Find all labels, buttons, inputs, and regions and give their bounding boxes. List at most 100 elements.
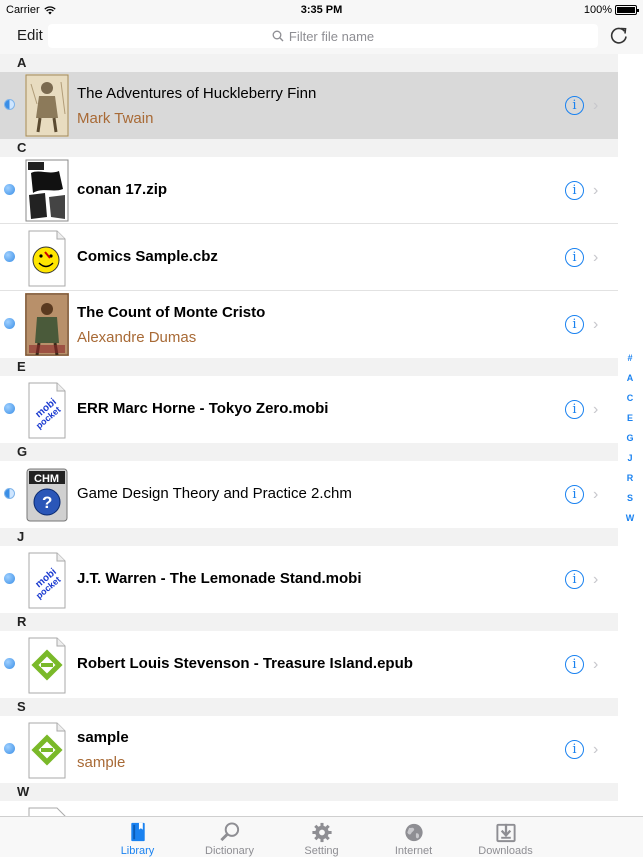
index-item[interactable]: R (627, 468, 634, 488)
svg-text:CHM: CHM (34, 473, 59, 485)
chevron-right-icon: › (593, 571, 599, 588)
index-item[interactable]: S (627, 488, 633, 508)
reading-status-dot (4, 573, 15, 584)
cover-thumbnail (25, 74, 69, 137)
file-list[interactable]: A The Adventures of Huckleberry Finn Mar… (0, 54, 618, 816)
gear-icon (311, 822, 332, 843)
section-header: R (0, 613, 618, 631)
book-title: Game Design Theory and Practice 2.chm (77, 485, 352, 502)
tab-label: Internet (394, 845, 433, 857)
tab-setting[interactable]: Setting (276, 817, 368, 857)
index-item[interactable]: # (627, 348, 632, 368)
section-header: S (0, 698, 618, 716)
section-header: C (0, 139, 618, 157)
chevron-right-icon: › (593, 249, 599, 266)
book-title: Robert Louis Stevenson - Treasure Island… (77, 655, 413, 672)
search-placeholder: Filter file name (288, 28, 375, 44)
list-item[interactable]: Robert Louis Stevenson - Treasure Island… (0, 631, 618, 698)
chevron-right-icon: › (593, 401, 599, 418)
info-button[interactable]: i (565, 248, 584, 267)
reading-status-dot (4, 488, 15, 499)
reading-status-dot (4, 318, 15, 329)
book-title: conan 17.zip (77, 181, 168, 198)
section-header: G (0, 443, 618, 461)
search-icon (272, 30, 284, 42)
chevron-right-icon: › (593, 97, 599, 114)
list-item[interactable]: conan 17.zip i › (0, 157, 618, 224)
status-bar: Carrier 3:35 PM 100% (0, 0, 643, 20)
index-item[interactable]: E (627, 408, 633, 428)
search-input[interactable]: Filter file name (48, 24, 598, 48)
reading-status-dot (4, 251, 15, 262)
index-item[interactable]: A (627, 368, 634, 388)
tab-dictionary[interactable]: Dictionary (184, 817, 276, 857)
chevron-right-icon: › (593, 486, 599, 503)
epub-icon (25, 718, 69, 781)
reading-status-dot (4, 658, 15, 669)
list-item[interactable]: mobi pocket ERR Marc Horne - Tokyo Zero.m… (0, 376, 618, 443)
refresh-icon[interactable] (608, 25, 630, 47)
info-button[interactable]: i (565, 655, 584, 674)
cover-thumbnail (25, 803, 69, 816)
section-header: A (0, 54, 618, 72)
chevron-right-icon: › (593, 741, 599, 758)
section-header: J (0, 528, 618, 546)
list-item[interactable]: The Count of Monte Cristo Alexandre Duma… (0, 291, 618, 358)
book-title: sample (77, 729, 129, 746)
tab-library[interactable]: Library (92, 817, 184, 857)
magnifier-icon (219, 822, 239, 842)
tab-label: Setting (304, 845, 339, 857)
nav-bar: Edit Filter file name (0, 20, 643, 54)
reading-status-dot (4, 743, 15, 754)
index-item[interactable]: G (626, 428, 633, 448)
info-button[interactable]: i (565, 181, 584, 200)
cover-thumbnail (25, 293, 69, 356)
book-title: Comics Sample.cbz (77, 248, 218, 265)
book-author: sample (77, 754, 126, 771)
book-title: The Count of Monte Cristo (77, 304, 266, 321)
list-item[interactable]: Comics Sample.cbz i › (0, 224, 618, 291)
book-title: ERR Marc Horne - Tokyo Zero.mobi (77, 400, 329, 417)
battery-icon (615, 5, 639, 15)
tab-internet[interactable]: Internet (368, 817, 460, 857)
list-item[interactable]: sample sample i › (0, 716, 618, 783)
index-item[interactable]: C (627, 388, 634, 408)
book-author: Mark Twain (77, 110, 154, 127)
list-item[interactable]: mobi pocket J.T. Warren - The Lemonade St… (0, 546, 618, 613)
section-index[interactable]: # A C E G J R S W (622, 348, 638, 528)
tab-bar: Library Dictionary Setting Internet Down… (0, 816, 643, 857)
tab-label: Library (120, 845, 155, 857)
info-button[interactable]: i (565, 96, 584, 115)
book-title: J.T. Warren - The Lemonade Stand.mobi (77, 570, 362, 587)
book-icon (130, 822, 145, 842)
epub-icon (25, 633, 69, 696)
list-item[interactable] (0, 801, 618, 816)
index-item[interactable]: J (627, 448, 632, 468)
section-header: W (0, 783, 618, 801)
list-item[interactable]: The Adventures of Huckleberry Finn Mark … (0, 72, 618, 139)
section-header: E (0, 358, 618, 376)
tab-downloads[interactable]: Downloads (460, 817, 552, 857)
chm-icon: CHM? (25, 463, 69, 526)
download-icon (495, 823, 516, 843)
info-button[interactable]: i (565, 315, 584, 334)
tab-label: Dictionary (205, 845, 254, 857)
smiley-icon (25, 226, 69, 289)
chevron-right-icon: › (593, 182, 599, 199)
reading-status-dot (4, 184, 15, 195)
info-button[interactable]: i (565, 485, 584, 504)
index-item[interactable]: W (626, 508, 635, 528)
edit-button[interactable]: Edit (17, 27, 43, 44)
globe-icon (404, 823, 423, 842)
info-button[interactable]: i (565, 740, 584, 759)
info-button[interactable]: i (565, 400, 584, 419)
info-button[interactable]: i (565, 570, 584, 589)
tab-label: Downloads (478, 845, 533, 857)
svg-text:?: ? (42, 493, 52, 512)
list-item[interactable]: CHM? Game Design Theory and Practice 2.c… (0, 461, 618, 528)
cover-thumbnail (25, 159, 69, 222)
book-title: The Adventures of Huckleberry Finn (77, 85, 317, 102)
chevron-right-icon: › (593, 316, 599, 333)
chevron-right-icon: › (593, 656, 599, 673)
book-author: Alexandre Dumas (77, 329, 197, 346)
